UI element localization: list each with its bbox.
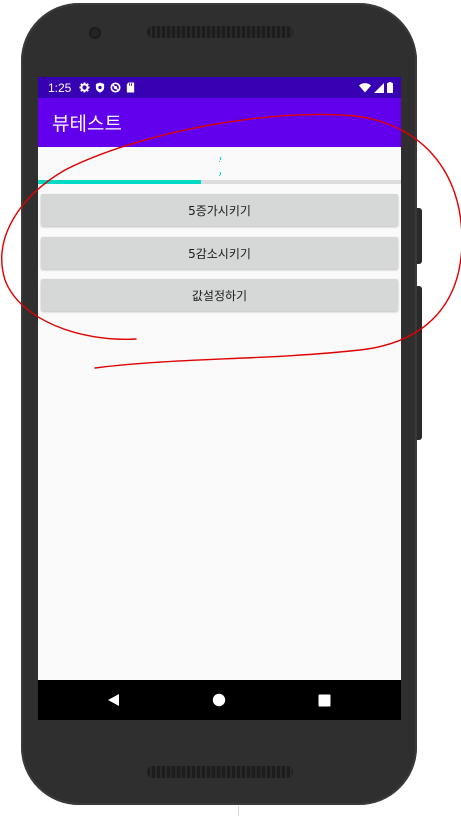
system-status-icons (359, 82, 393, 93)
gear-icon (79, 82, 90, 93)
circle-icon (110, 82, 121, 93)
decrease-by-5-button[interactable]: 5감소시키기 (41, 237, 398, 269)
back-button[interactable] (104, 690, 124, 710)
sd-card-icon (127, 82, 135, 93)
status-bar: 1:25 (38, 77, 401, 98)
app-bar: 뷰테스트 (38, 98, 401, 147)
power-button (417, 208, 422, 264)
app-screen: 1:25 뷰테스트 5증가시키기 5감소시키기 값설정하기 (38, 77, 401, 720)
status-time: 1:25 (48, 80, 72, 95)
battery-icon (387, 82, 393, 93)
navigation-bar (38, 680, 401, 720)
wifi-icon (359, 82, 371, 92)
back-icon (108, 694, 119, 706)
shield-icon (96, 82, 105, 93)
top-speaker-grille (147, 26, 293, 38)
recents-icon (318, 694, 330, 706)
home-icon (212, 693, 226, 707)
divider (238, 806, 239, 816)
notification-icons (79, 82, 135, 93)
volume-buttons (417, 286, 422, 440)
app-title: 뷰테스트 (52, 113, 122, 135)
home-button[interactable] (209, 690, 229, 710)
signal-icon (374, 82, 384, 93)
increase-by-5-button[interactable]: 5증가시키기 (41, 194, 398, 226)
front-camera-icon (89, 27, 101, 39)
seekbar-progress (38, 180, 202, 184)
recents-button[interactable] (314, 690, 334, 710)
seekbar[interactable] (38, 180, 401, 184)
seekbar-thumb-icon[interactable] (219, 157, 222, 177)
set-value-button[interactable]: 값설정하기 (41, 279, 398, 311)
bottom-speaker-grille (147, 766, 293, 778)
device-screenshot: 1:25 뷰테스트 5증가시키기 5감소시키기 값설정하기 (0, 0, 461, 817)
